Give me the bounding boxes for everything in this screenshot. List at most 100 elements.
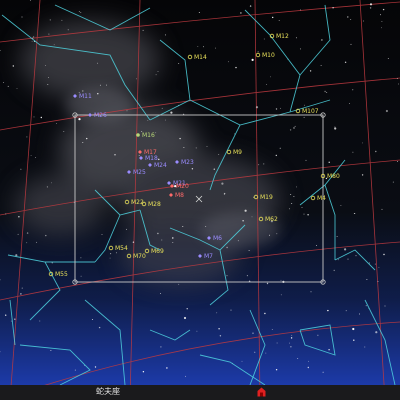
star bbox=[94, 366, 97, 368]
star bbox=[195, 147, 197, 149]
red-house-icon[interactable] bbox=[257, 387, 266, 397]
star bbox=[183, 316, 187, 320]
star bbox=[178, 283, 180, 285]
star bbox=[161, 107, 163, 109]
star bbox=[97, 62, 99, 64]
star bbox=[258, 164, 260, 166]
star bbox=[276, 342, 278, 344]
star bbox=[275, 108, 278, 110]
star bbox=[164, 34, 166, 36]
star bbox=[179, 137, 181, 140]
star bbox=[375, 331, 378, 334]
star bbox=[396, 78, 398, 79]
star bbox=[237, 240, 239, 242]
object-label: M24 bbox=[154, 162, 167, 169]
object-label: M26 bbox=[94, 112, 107, 119]
star bbox=[257, 51, 259, 53]
star bbox=[299, 48, 301, 50]
star bbox=[392, 181, 394, 183]
star bbox=[80, 11, 82, 13]
object-label: M18 bbox=[145, 155, 158, 162]
star bbox=[218, 153, 220, 155]
star bbox=[63, 130, 65, 132]
star bbox=[293, 127, 295, 129]
star bbox=[251, 58, 254, 62]
star bbox=[279, 147, 281, 149]
star bbox=[254, 351, 256, 353]
star bbox=[385, 109, 388, 113]
star bbox=[142, 29, 144, 31]
star bbox=[290, 346, 292, 348]
star bbox=[362, 142, 363, 144]
star bbox=[294, 125, 296, 127]
star bbox=[226, 275, 228, 277]
star bbox=[155, 132, 157, 134]
star bbox=[26, 232, 29, 234]
star bbox=[326, 91, 328, 93]
star bbox=[48, 33, 50, 35]
object-label: M7 bbox=[204, 253, 213, 260]
object-label: M25 bbox=[133, 169, 146, 176]
star bbox=[39, 320, 41, 322]
star bbox=[279, 107, 281, 109]
object-label: M12 bbox=[276, 33, 289, 40]
star bbox=[126, 110, 128, 112]
star bbox=[295, 37, 297, 39]
star bbox=[101, 233, 103, 235]
object-label: M23 bbox=[181, 159, 194, 166]
star bbox=[40, 116, 42, 119]
star bbox=[310, 291, 312, 293]
star bbox=[322, 371, 324, 373]
star bbox=[340, 204, 342, 206]
star bbox=[33, 36, 35, 38]
star bbox=[334, 126, 336, 128]
star bbox=[196, 330, 198, 332]
star bbox=[378, 266, 380, 268]
star bbox=[269, 234, 270, 236]
star bbox=[317, 334, 319, 336]
star bbox=[56, 122, 58, 124]
star bbox=[80, 275, 82, 277]
star bbox=[205, 226, 207, 228]
star bbox=[218, 328, 220, 330]
star bbox=[47, 84, 49, 86]
star bbox=[327, 309, 329, 312]
star bbox=[197, 46, 199, 48]
star bbox=[206, 146, 208, 148]
star bbox=[380, 14, 382, 16]
star bbox=[21, 287, 23, 289]
star bbox=[381, 208, 383, 210]
star bbox=[78, 10, 80, 12]
star bbox=[155, 74, 157, 76]
star bbox=[377, 280, 379, 282]
star bbox=[110, 253, 112, 255]
object-label: M70 bbox=[133, 253, 146, 260]
star bbox=[328, 161, 330, 163]
star bbox=[350, 19, 352, 21]
star bbox=[158, 158, 160, 161]
star bbox=[308, 360, 310, 362]
star bbox=[244, 209, 247, 212]
star bbox=[26, 136, 28, 138]
star bbox=[288, 208, 290, 210]
object-label: M54 bbox=[115, 245, 128, 252]
star bbox=[365, 305, 367, 307]
star bbox=[45, 65, 47, 66]
star bbox=[182, 226, 184, 227]
star bbox=[170, 111, 173, 114]
star bbox=[235, 66, 237, 69]
star bbox=[219, 335, 222, 337]
star bbox=[299, 9, 301, 11]
star-map[interactable]: M12M14 M10M11M26M107M16M17M18M24 M23M9M25M… bbox=[0, 0, 400, 400]
star bbox=[291, 334, 293, 336]
star bbox=[223, 192, 226, 195]
star bbox=[383, 253, 385, 256]
star bbox=[80, 257, 82, 259]
star bbox=[304, 104, 305, 106]
star bbox=[352, 89, 354, 91]
status-bar: 蛇夫座 bbox=[0, 385, 400, 400]
star bbox=[30, 154, 32, 156]
star bbox=[18, 216, 20, 218]
star bbox=[398, 83, 399, 85]
star bbox=[26, 242, 28, 244]
